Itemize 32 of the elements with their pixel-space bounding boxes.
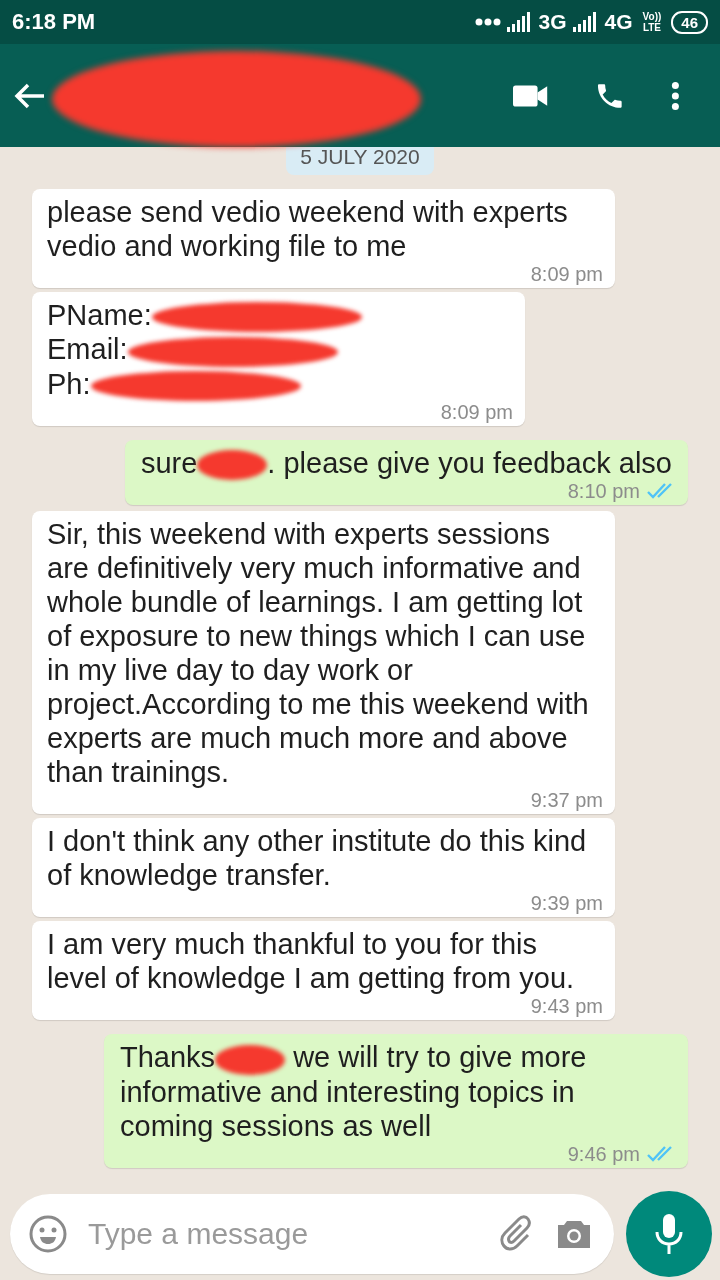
signal-icon bbox=[572, 12, 599, 32]
message-time: 9:46 pm bbox=[567, 1141, 640, 1166]
microphone-icon bbox=[654, 1212, 684, 1256]
battery-indicator: 46 bbox=[671, 10, 708, 34]
clock: 6:18 PM bbox=[12, 9, 96, 35]
message-text: I don't think any other institute do this kind of knowledge transfer. bbox=[47, 824, 588, 893]
message-time: 8:09 pm bbox=[440, 400, 513, 425]
back-arrow-icon[interactable] bbox=[14, 81, 46, 110]
dots-icon bbox=[474, 18, 501, 26]
message-text: sure . please give you feedback also bbox=[140, 446, 673, 481]
date-chip: 5 JULY 2020 bbox=[286, 147, 434, 175]
message-text: I am very much thankful to you for this level of knowledge I am getting from you. bbox=[47, 927, 576, 996]
message-text: please send vedio weekend with experts vedio and working file to me bbox=[47, 195, 569, 263]
message-text: PName: Email: Ph: bbox=[47, 298, 513, 402]
emoji-icon[interactable] bbox=[28, 1214, 68, 1254]
message-time: 9:37 pm bbox=[530, 788, 603, 813]
signal-icon bbox=[506, 12, 533, 32]
more-options-icon[interactable] bbox=[671, 79, 680, 112]
message-time: 8:09 pm bbox=[530, 262, 603, 286]
volte-label: LTE bbox=[642, 22, 662, 33]
volte-label: Vo)) bbox=[642, 11, 662, 22]
message-time: 9:43 pm bbox=[530, 994, 603, 1019]
message-time: 9:39 pm bbox=[530, 891, 603, 916]
message-text: Sir, this weekend with experts sessions are definitively very much informative and whole bundle of learnings. I am getting lot of exposure to new things which I can use in my live day to day work or project.According to me this weekend with experts are much much more and above than trainings. bbox=[47, 517, 590, 790]
message-field[interactable]: Type a message bbox=[10, 1194, 614, 1274]
network-label: 4G bbox=[604, 10, 633, 34]
message-input[interactable]: Type a message bbox=[86, 1216, 480, 1252]
video-call-icon[interactable] bbox=[512, 82, 548, 109]
message-text: Thanks we will try to give more informative and interesting topics in coming sessions as well bbox=[120, 1040, 588, 1143]
network-label: 3G bbox=[538, 10, 567, 34]
message-time: 8:10 pm bbox=[567, 479, 640, 504]
camera-icon[interactable] bbox=[556, 1218, 592, 1250]
